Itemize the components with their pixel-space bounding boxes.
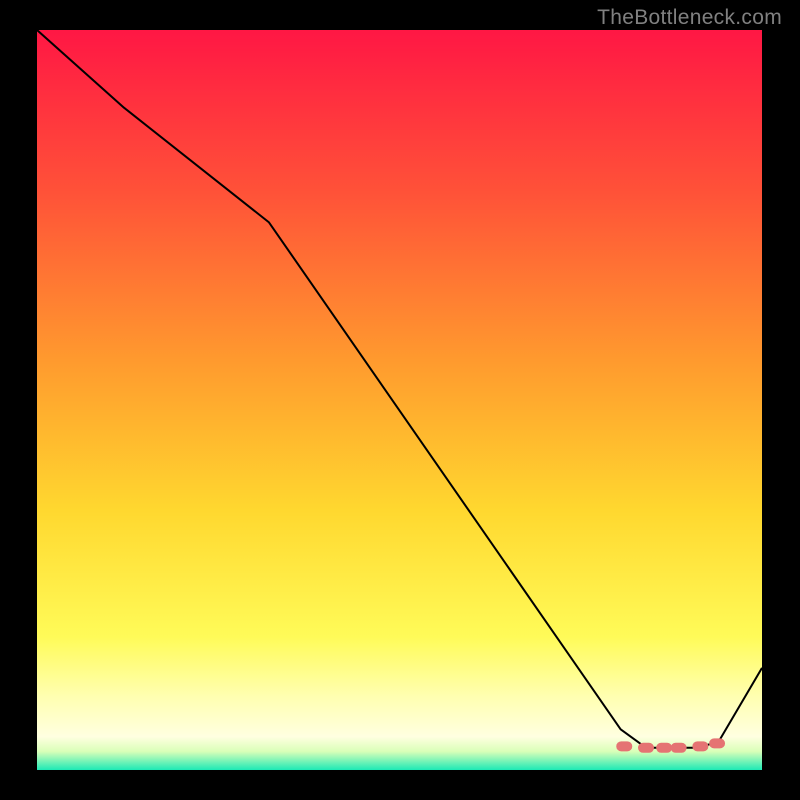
chart-svg [37,30,762,770]
marker-point [709,738,725,748]
marker-point [638,743,654,753]
marker-point [692,741,708,751]
marker-point [656,743,672,753]
watermark-text: TheBottleneck.com [597,6,782,30]
chart-plot-area [37,30,762,770]
marker-point [616,741,632,751]
marker-point [671,743,687,753]
chart-background [37,30,762,770]
